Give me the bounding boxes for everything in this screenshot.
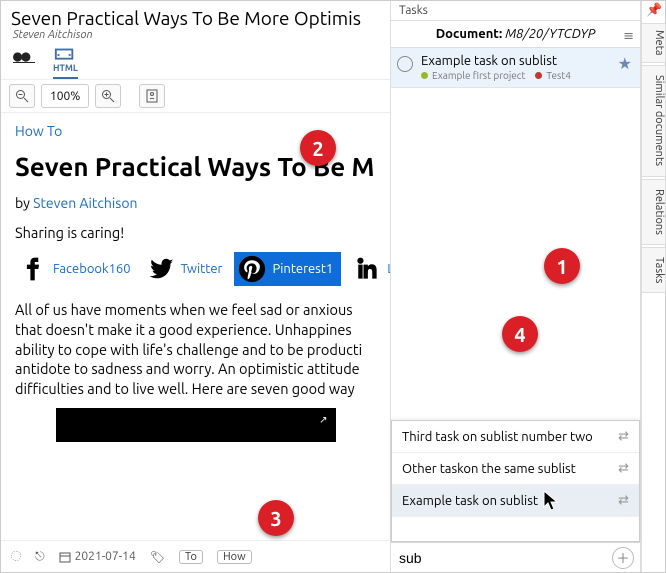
suggestion-label: Other taskon the same sublist xyxy=(402,462,576,476)
sidetab-tasks[interactable]: Tasks xyxy=(642,247,666,293)
byline-prefix: by xyxy=(15,195,33,211)
view-world-button[interactable] xyxy=(13,49,35,79)
add-task-button[interactable]: ＋ xyxy=(612,547,634,569)
sharing-line: Sharing is caring! xyxy=(15,223,376,243)
doc-ref-id: M8/20/YTCDYP xyxy=(505,27,595,41)
embedded-video[interactable]: ↗ xyxy=(56,408,336,442)
task-item[interactable]: Example task on sublist Example first pr… xyxy=(391,48,640,88)
tag-chip[interactable]: To xyxy=(179,550,203,564)
tasks-menu-icon[interactable]: ≡ xyxy=(623,29,634,44)
link-task-icon[interactable]: ⇄ xyxy=(618,429,629,444)
sidetab-strip: 📌 Meta Similar documents Relations Tasks xyxy=(641,1,665,572)
article-heading: Seven Practical Ways To Be M xyxy=(15,149,376,184)
status-icon[interactable]: ◌ xyxy=(11,550,21,563)
project-dot-icon xyxy=(421,72,428,79)
suggestion-empty-row xyxy=(392,517,639,541)
calendar-icon xyxy=(59,551,71,563)
share-linkedin[interactable]: Lir xyxy=(349,252,390,286)
location-icon[interactable]: ⎋ xyxy=(35,550,45,564)
link-task-icon[interactable]: ⇄ xyxy=(618,461,629,476)
zoom-level[interactable]: 100% xyxy=(41,84,89,108)
zoom-out-button[interactable] xyxy=(9,84,35,108)
share-twitter[interactable]: Twitter xyxy=(143,252,227,286)
tasks-panel: Tasks Document: M8/20/YTCDYP ≡ Example t… xyxy=(391,1,641,572)
category-link[interactable]: How To xyxy=(15,123,62,139)
article-paragraph: All of us have moments when we feel sad … xyxy=(15,300,376,398)
view-toolbar: 100% xyxy=(1,80,390,113)
date-value: 2021-07-14 xyxy=(75,550,136,563)
link-task-icon[interactable]: ⇄ xyxy=(618,493,629,508)
share-facebook-label: Facebook160 xyxy=(53,261,131,279)
window-subtitle: Steven Aitchison xyxy=(11,29,380,41)
tag-chip[interactable]: How xyxy=(217,550,252,564)
tag-icon[interactable]: 🏷 xyxy=(150,550,165,564)
video-logo-icon: ↗ xyxy=(319,414,327,428)
doc-footer: ◌ ⎋ 2021-07-14 🏷 To How xyxy=(1,540,390,572)
star-icon[interactable]: ★ xyxy=(618,54,632,73)
suggestion-label: Third task on sublist number two xyxy=(402,430,593,444)
doc-ref-label: Document: xyxy=(436,27,503,41)
tasks-header: Tasks xyxy=(391,1,640,21)
share-twitter-label: Twitter xyxy=(181,261,223,279)
task-checkbox[interactable] xyxy=(397,56,413,72)
document-pane: Seven Practical Ways To Be More Optimis … xyxy=(1,1,391,572)
view-html-button[interactable]: HTML xyxy=(53,47,78,79)
author-link[interactable]: Steven Aitchison xyxy=(33,195,137,211)
suggestion-item[interactable]: Other taskon the same sublist ⇄ xyxy=(392,453,639,485)
view-html-label: HTML xyxy=(53,63,78,73)
window-title: Seven Practical Ways To Be More Optimis xyxy=(11,7,380,29)
tasks-doc-ref: Document: M8/20/YTCDYP ≡ xyxy=(391,21,640,48)
sidetab-relations[interactable]: Relations xyxy=(642,179,666,245)
task-project: Example first project xyxy=(421,70,525,81)
task-project: Test4 xyxy=(535,70,571,81)
share-facebook[interactable]: Facebook160 xyxy=(15,252,135,286)
suggestion-label: Example task on sublist xyxy=(402,494,538,508)
sidetab-similar-documents[interactable]: Similar documents xyxy=(642,65,666,177)
suggestion-item[interactable]: Third task on sublist number two ⇄ xyxy=(392,421,639,453)
task-title: Example task on sublist xyxy=(421,54,610,68)
reader-mode-button[interactable] xyxy=(139,84,165,108)
social-row: Facebook160 Twitter Pinterest1 Lir xyxy=(15,252,376,286)
date-field[interactable]: 2021-07-14 xyxy=(59,550,136,563)
article-body: How To Seven Practical Ways To Be M by S… xyxy=(1,113,390,540)
pin-icon[interactable]: 📌 xyxy=(646,3,662,18)
share-pinterest-label: Pinterest1 xyxy=(272,261,333,279)
task-input-row: ＋ xyxy=(391,542,640,572)
sidetab-meta[interactable]: Meta xyxy=(642,23,666,63)
share-linkedin-label: Lir xyxy=(387,261,390,279)
doc-titlebar: Seven Practical Ways To Be More Optimis … xyxy=(1,1,390,41)
share-pinterest[interactable]: Pinterest1 xyxy=(234,252,341,286)
project-label: Example first project xyxy=(432,70,525,81)
suggestion-item[interactable]: Example task on sublist ⇄ xyxy=(392,485,639,517)
new-task-input[interactable] xyxy=(397,549,612,567)
project-dot-icon xyxy=(535,72,542,79)
task-suggestions: Third task on sublist number two ⇄ Other… xyxy=(391,420,640,542)
byline: by Steven Aitchison xyxy=(15,194,376,213)
zoom-in-button[interactable] xyxy=(95,84,121,108)
view-switch: HTML xyxy=(1,41,390,80)
project-label: Test4 xyxy=(546,70,571,81)
